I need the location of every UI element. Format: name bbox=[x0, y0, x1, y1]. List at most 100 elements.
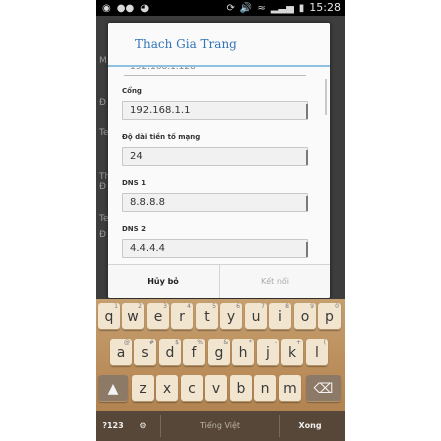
key-m[interactable]: m bbox=[279, 375, 301, 402]
key-r[interactable]: r4 bbox=[171, 303, 193, 330]
key-char: w bbox=[127, 309, 139, 325]
key-hint: 6 bbox=[236, 303, 240, 310]
gateway-value: 192.168.1.1 bbox=[130, 105, 191, 116]
backspace-key[interactable]: ⌫ bbox=[306, 375, 341, 402]
input-edge bbox=[306, 150, 308, 165]
key-h[interactable]: h * bbox=[232, 339, 254, 366]
key-char: l bbox=[315, 345, 319, 361]
gear-icon: ⚙ bbox=[139, 421, 147, 430]
shift-icon: ▲ bbox=[107, 381, 119, 397]
background-fragment: M bbox=[99, 56, 107, 66]
key-char: e bbox=[153, 309, 163, 325]
notification-icon: ◕ bbox=[140, 3, 149, 14]
key-char: q bbox=[104, 309, 114, 325]
key-u[interactable]: u7 bbox=[245, 303, 267, 330]
dns1-input[interactable]: 8.8.8.8 bbox=[122, 193, 308, 212]
key-char: k bbox=[287, 345, 297, 361]
key-hint: - bbox=[274, 339, 277, 346]
key-hint: % bbox=[197, 339, 203, 346]
key-z[interactable]: z bbox=[132, 375, 154, 402]
key-x[interactable]: x bbox=[156, 375, 178, 402]
key-c[interactable]: c bbox=[181, 375, 203, 402]
key-j[interactable]: j- bbox=[257, 339, 279, 366]
key-f[interactable]: f% bbox=[183, 339, 205, 366]
key-char: d bbox=[165, 345, 175, 361]
key-char: r bbox=[179, 309, 185, 325]
voicemail-icon: ●● bbox=[116, 3, 135, 14]
key-hint: 4 bbox=[187, 303, 191, 310]
dns1-label: DNS 1 bbox=[122, 179, 147, 187]
cancel-button[interactable]: Hủy bỏ bbox=[108, 265, 218, 298]
key-char: j bbox=[266, 345, 270, 361]
key-char: m bbox=[283, 381, 297, 397]
key-char: a bbox=[116, 345, 126, 361]
key-char: h bbox=[238, 345, 248, 361]
gateway-input[interactable]: 192.168.1.1 bbox=[122, 101, 308, 120]
key-v[interactable]: v bbox=[205, 375, 227, 402]
background-fragment: Đ bbox=[99, 230, 106, 240]
wifi-icon: ≈ bbox=[257, 2, 266, 14]
dns1-value: 8.8.8.8 bbox=[130, 197, 165, 208]
key-char: u bbox=[251, 309, 261, 325]
key-hint: 9 bbox=[310, 303, 314, 310]
key-e[interactable]: e3 bbox=[147, 303, 169, 330]
key-n[interactable]: n bbox=[254, 375, 276, 402]
key-q[interactable]: q1 bbox=[98, 303, 120, 330]
keyboard: q1 w2 e3 r4 t5 y6 u7 i8 o9 p0 a @ s # d $ f… bbox=[96, 299, 345, 441]
key-l[interactable]: l( bbox=[306, 339, 328, 366]
sync-icon: ⟳ bbox=[226, 2, 235, 14]
key-hint: 3 bbox=[163, 303, 167, 310]
key-char: c bbox=[188, 381, 196, 397]
key-hint: 0 bbox=[335, 303, 339, 310]
key-char: x bbox=[162, 381, 172, 397]
settings-key[interactable]: ⚙ bbox=[132, 415, 154, 437]
key-hint: & bbox=[223, 339, 228, 346]
background-fragment: Đ bbox=[99, 98, 106, 108]
key-char: y bbox=[226, 309, 236, 325]
dialog-title: Thach Gia Trang bbox=[135, 37, 237, 51]
key-hint: + bbox=[295, 339, 301, 346]
space-key[interactable]: Tiếng Việt bbox=[160, 415, 280, 437]
key-d[interactable]: d $ bbox=[159, 339, 181, 366]
dialog-body[interactable]: 192.168.1.128 Cổng 192.168.1.1 Độ dài ti… bbox=[108, 67, 330, 263]
key-b[interactable]: b bbox=[230, 375, 252, 402]
dialog-button-bar: Hủy bỏ Kết nối bbox=[108, 264, 330, 298]
key-hint: 5 bbox=[212, 303, 216, 310]
key-hint: 8 bbox=[285, 303, 289, 310]
dialog-header: Thach Gia Trang bbox=[108, 23, 330, 67]
key-hint: 7 bbox=[261, 303, 265, 310]
key-k[interactable]: k + bbox=[281, 339, 303, 366]
gateway-label: Cổng bbox=[122, 87, 142, 95]
key-w[interactable]: w2 bbox=[122, 303, 144, 330]
key-g[interactable]: g & bbox=[208, 339, 230, 366]
key-p[interactable]: p0 bbox=[318, 303, 341, 330]
input-edge bbox=[306, 104, 308, 119]
key-y[interactable]: y6 bbox=[220, 303, 242, 330]
key-t[interactable]: t5 bbox=[196, 303, 218, 330]
key-char: s bbox=[141, 345, 149, 361]
key-s[interactable]: s # bbox=[134, 339, 156, 366]
prefix-length-label: Độ dài tiền tố mạng bbox=[122, 133, 201, 141]
ip-address-input[interactable]: 192.168.1.128 bbox=[124, 67, 306, 76]
shift-key[interactable]: ▲ bbox=[98, 375, 128, 402]
key-o[interactable]: o9 bbox=[294, 303, 316, 330]
battery-icon: ▮ bbox=[298, 2, 305, 14]
key-i[interactable]: i8 bbox=[269, 303, 291, 330]
background-fragment: Đ bbox=[99, 182, 106, 192]
key-char: g bbox=[214, 345, 224, 361]
backspace-icon: ⌫ bbox=[313, 381, 334, 397]
done-key[interactable]: Xong bbox=[282, 415, 338, 437]
key-char: b bbox=[236, 381, 246, 397]
dns2-value: 4.4.4.4 bbox=[130, 243, 165, 254]
key-char: o bbox=[300, 309, 310, 325]
connect-button[interactable]: Kết nối bbox=[219, 265, 330, 298]
key-hint: $ bbox=[175, 339, 179, 346]
key-hint: @ bbox=[124, 339, 130, 346]
prefix-length-input[interactable]: 24 bbox=[122, 147, 308, 166]
dns2-input[interactable]: 4.4.4.4 bbox=[122, 239, 308, 258]
signal-icon: ▂▃▅ bbox=[270, 2, 294, 14]
dialog-scrollbar[interactable] bbox=[325, 79, 327, 115]
key-a[interactable]: a @ bbox=[110, 339, 132, 366]
static-ip-dialog: Thach Gia Trang 192.168.1.128 Cổng 192.1… bbox=[108, 23, 330, 298]
numbers-key[interactable]: ?123 bbox=[98, 415, 128, 437]
